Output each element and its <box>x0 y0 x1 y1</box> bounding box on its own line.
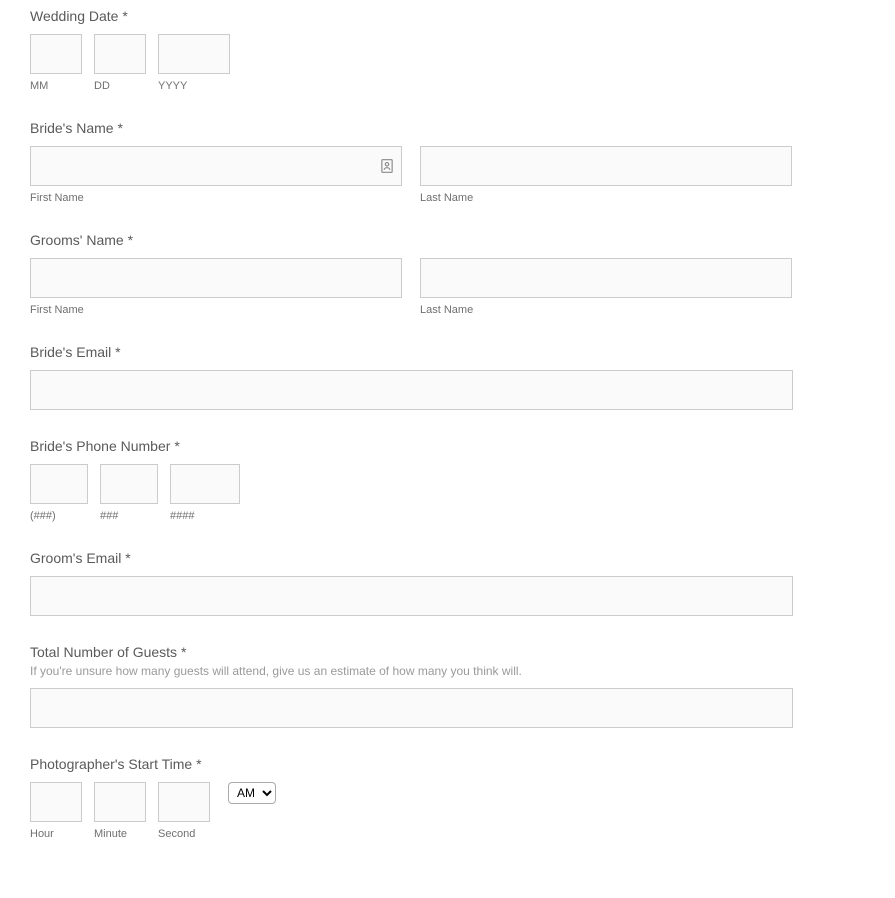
bride-last-sublabel: Last Name <box>420 192 792 204</box>
groom-last-sublabel: Last Name <box>420 304 792 316</box>
day-input[interactable] <box>94 34 146 74</box>
phone-area-input[interactable] <box>30 464 88 504</box>
groom-last-col: Last Name <box>420 258 792 316</box>
phone-prefix-sublabel: ### <box>100 510 158 522</box>
bride-last-name-input[interactable] <box>420 146 792 186</box>
wedding-date-label: Wedding Date * <box>30 8 865 24</box>
bride-first-col: First Name <box>30 146 402 204</box>
guests-label: Total Number of Guests * <box>30 644 865 660</box>
start-time-label: Photographer's Start Time * <box>30 756 865 772</box>
groom-email-group: Groom's Email * <box>30 550 865 616</box>
groom-name-group: Grooms' Name * First Name Last Name <box>30 232 865 316</box>
month-input[interactable] <box>30 34 82 74</box>
required-marker: * <box>196 756 201 772</box>
phone-line-input[interactable] <box>170 464 240 504</box>
minute-input[interactable] <box>94 782 146 822</box>
groom-name-label: Grooms' Name * <box>30 232 865 248</box>
second-col: Second <box>158 782 210 840</box>
required-marker: * <box>181 644 186 660</box>
bride-name-group: Bride's Name * First Name Last Name <box>30 120 865 204</box>
phone-prefix-input[interactable] <box>100 464 158 504</box>
groom-email-input[interactable] <box>30 576 793 616</box>
bride-phone-group: Bride's Phone Number * (###) ### #### <box>30 438 865 522</box>
hour-sublabel: Hour <box>30 828 82 840</box>
label-text: Total Number of Guests <box>30 644 177 660</box>
phone-area-sublabel: (###) <box>30 510 88 522</box>
groom-first-name-input[interactable] <box>30 258 402 298</box>
label-text: Bride's Phone Number <box>30 438 170 454</box>
minute-sublabel: Minute <box>94 828 146 840</box>
bride-phone-label: Bride's Phone Number * <box>30 438 865 454</box>
guests-group: Total Number of Guests * If you're unsur… <box>30 644 865 728</box>
label-text: Grooms' Name <box>30 232 124 248</box>
phone-prefix-col: ### <box>100 464 158 522</box>
time-row: Hour Minute Second AMPM <box>30 782 865 840</box>
bride-name-row: First Name Last Name <box>30 146 865 204</box>
bride-first-sublabel: First Name <box>30 192 402 204</box>
ampm-select[interactable]: AMPM <box>228 782 276 804</box>
bride-first-name-input[interactable] <box>30 146 402 186</box>
guests-description: If you're unsure how many guests will at… <box>30 664 865 678</box>
year-col: YYYY <box>158 34 230 92</box>
date-inputs-row: MM DD YYYY <box>30 34 865 92</box>
day-sublabel: DD <box>94 80 146 92</box>
label-text: Photographer's Start Time <box>30 756 192 772</box>
bride-last-col: Last Name <box>420 146 792 204</box>
phone-row: (###) ### #### <box>30 464 865 522</box>
hour-col: Hour <box>30 782 82 840</box>
required-marker: * <box>125 550 130 566</box>
month-col: MM <box>30 34 82 92</box>
hour-input[interactable] <box>30 782 82 822</box>
month-sublabel: MM <box>30 80 82 92</box>
year-sublabel: YYYY <box>158 80 230 92</box>
groom-email-label: Groom's Email * <box>30 550 865 566</box>
bride-email-group: Bride's Email * <box>30 344 865 410</box>
required-marker: * <box>174 438 179 454</box>
label-text: Wedding Date <box>30 8 118 24</box>
required-marker: * <box>122 8 127 24</box>
minute-col: Minute <box>94 782 146 840</box>
required-marker: * <box>115 344 120 360</box>
second-sublabel: Second <box>158 828 210 840</box>
wedding-form: Wedding Date * MM DD YYYY Bride's Name * <box>0 0 895 898</box>
label-text: Bride's Email <box>30 344 111 360</box>
bride-email-input[interactable] <box>30 370 793 410</box>
groom-last-name-input[interactable] <box>420 258 792 298</box>
phone-line-col: #### <box>170 464 240 522</box>
label-text: Groom's Email <box>30 550 121 566</box>
bride-email-label: Bride's Email * <box>30 344 865 360</box>
guests-input[interactable] <box>30 688 793 728</box>
label-text: Bride's Name <box>30 120 114 136</box>
ampm-col: AMPM <box>228 782 276 804</box>
day-col: DD <box>94 34 146 92</box>
groom-first-col: First Name <box>30 258 402 316</box>
groom-name-row: First Name Last Name <box>30 258 865 316</box>
wedding-date-group: Wedding Date * MM DD YYYY <box>30 8 865 92</box>
required-marker: * <box>117 120 122 136</box>
second-input[interactable] <box>158 782 210 822</box>
phone-area-col: (###) <box>30 464 88 522</box>
start-time-group: Photographer's Start Time * Hour Minute … <box>30 756 865 840</box>
groom-first-sublabel: First Name <box>30 304 402 316</box>
bride-first-wrap <box>30 146 402 186</box>
year-input[interactable] <box>158 34 230 74</box>
bride-name-label: Bride's Name * <box>30 120 865 136</box>
phone-line-sublabel: #### <box>170 510 240 522</box>
required-marker: * <box>128 232 133 248</box>
